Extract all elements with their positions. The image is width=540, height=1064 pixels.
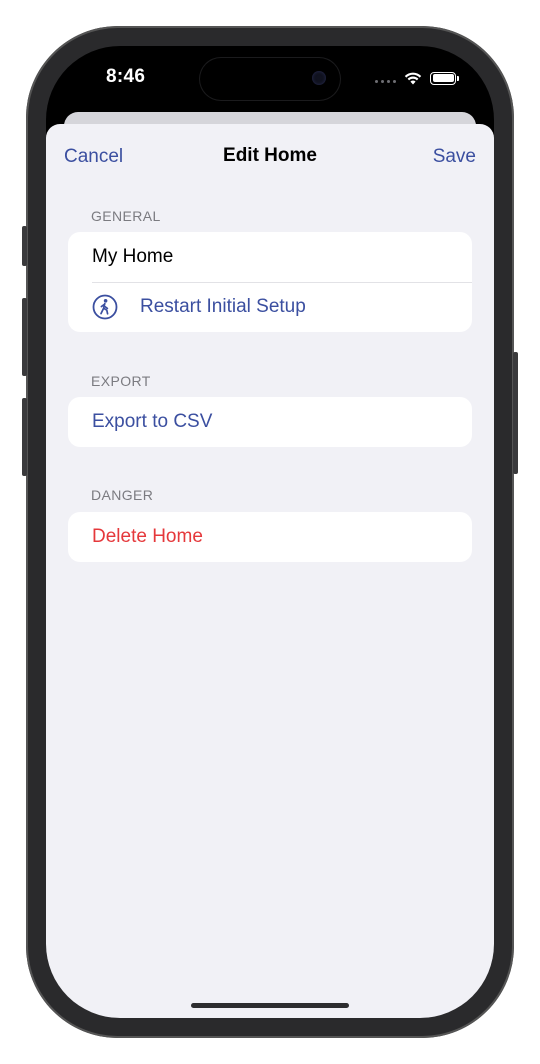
cellular-signal-icon [375,73,396,83]
general-card: My Home Restart Initial Setup [68,232,472,332]
camera-icon [312,71,326,85]
power-button [513,352,518,474]
delete-home-button[interactable]: Delete Home [68,512,472,562]
export-to-csv-button[interactable]: Export to CSV [68,397,472,447]
status-icons [375,70,459,86]
action-button [22,226,27,266]
dynamic-island [200,58,340,100]
battery-icon [430,71,459,85]
home-name-field[interactable]: My Home [68,232,472,282]
page-title: Edit Home [223,145,317,166]
screen: 8:46 Cancel Edit Home Save GENERAL My Ho… [46,46,494,1018]
restart-initial-setup-button[interactable]: Restart Initial Setup [68,282,472,332]
section-header-danger: DANGER [91,487,154,503]
volume-up-button [22,298,27,376]
save-button[interactable]: Save [433,146,476,168]
export-to-csv-label: Export to CSV [92,411,213,432]
danger-card: Delete Home [68,512,472,562]
edit-home-sheet: Cancel Edit Home Save GENERAL My Home Re… [46,124,494,1018]
status-bar: 8:46 [46,46,494,116]
wifi-icon [404,72,422,84]
section-header-general: GENERAL [91,208,161,224]
home-indicator[interactable] [191,1003,349,1008]
home-name-value: My Home [92,246,174,267]
delete-home-label: Delete Home [92,526,203,547]
figure-walk-circle-icon [92,294,118,320]
export-card: Export to CSV [68,397,472,447]
section-header-export: EXPORT [91,373,151,389]
navigation-bar: Cancel Edit Home Save [46,124,494,188]
restart-initial-setup-label: Restart Initial Setup [140,296,306,317]
volume-down-button [22,398,27,476]
status-time: 8:46 [106,66,146,87]
